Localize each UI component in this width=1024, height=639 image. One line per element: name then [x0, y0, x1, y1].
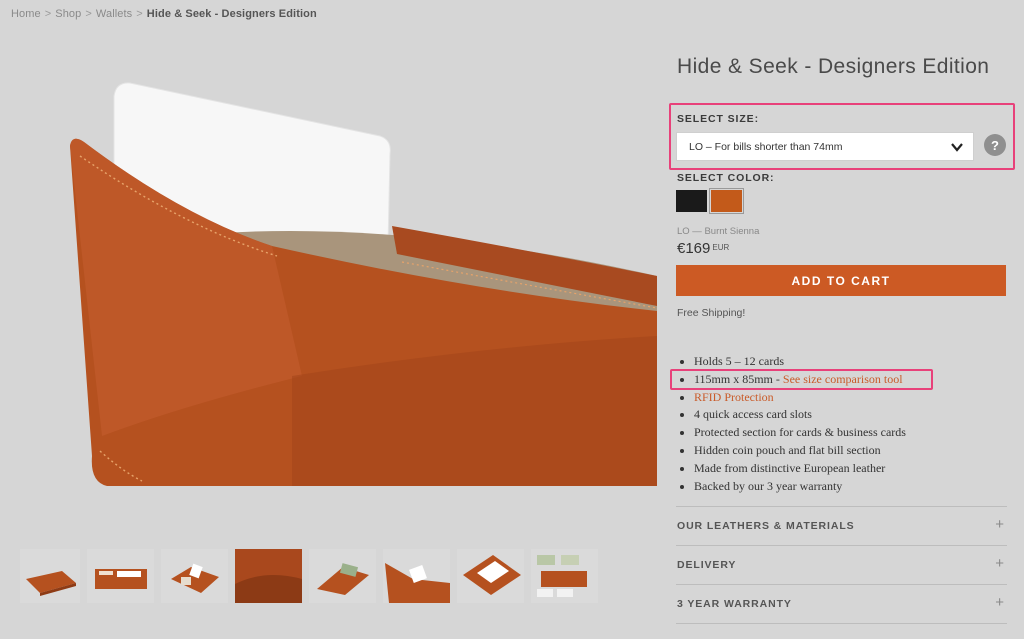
accordion-leathers-materials[interactable]: OUR LEATHERS & MATERIALS +	[676, 506, 1007, 544]
size-select[interactable]: LO – For bills shorter than 74mm	[676, 132, 974, 161]
accordion-label: OUR LEATHERS & MATERIALS	[677, 520, 855, 532]
thumbnail[interactable]	[457, 549, 524, 603]
thumbnail-image	[235, 549, 302, 603]
breadcrumb-current: Hide & Seek - Designers Edition	[146, 8, 317, 20]
feature-text: Protected section for cards & business c…	[694, 425, 906, 440]
select-color-label: SELECT COLOR:	[677, 172, 775, 184]
thumbnail[interactable]	[87, 549, 154, 603]
list-item: Holds 5 – 12 cards	[679, 353, 906, 371]
accordion-label: DELIVERY	[677, 559, 737, 571]
feature-text: Hidden coin pouch and flat bill section	[694, 442, 881, 457]
color-swatch-black[interactable]	[676, 190, 707, 212]
list-item: Backed by our 3 year warranty	[679, 478, 906, 496]
list-item: RFID Protection	[679, 389, 906, 407]
size-help-button[interactable]: ?	[984, 134, 1006, 156]
list-item: 115mm x 85mm - See size comparison tool	[679, 371, 906, 389]
thumbnail-image	[26, 571, 76, 596]
size-select-value: LO – For bills shorter than 74mm	[689, 140, 843, 153]
plus-icon: +	[995, 594, 1004, 611]
breadcrumb-shop[interactable]: Shop	[55, 8, 81, 20]
size-comparison-link[interactable]: See size comparison tool	[783, 372, 903, 386]
breadcrumb-wallets[interactable]: Wallets	[96, 8, 132, 20]
thumbnail[interactable]	[531, 549, 598, 603]
accordion-delivery[interactable]: DELIVERY +	[676, 545, 1007, 583]
thumbnail-image	[95, 569, 147, 589]
free-shipping-note: Free Shipping!	[677, 307, 746, 319]
feature-list: Holds 5 – 12 cards 115mm x 85mm - See si…	[679, 353, 906, 495]
feature-text: Backed by our 3 year warranty	[694, 478, 843, 493]
feature-text: Holds 5 – 12 cards	[694, 354, 784, 368]
chevron-down-icon	[951, 143, 963, 152]
plus-icon: +	[995, 555, 1004, 572]
feature-text: 115mm x 85mm -	[694, 371, 783, 386]
rfid-protection-link[interactable]: RFID Protection	[694, 390, 774, 404]
select-size-label: SELECT SIZE:	[677, 113, 759, 125]
breadcrumb-separator: >	[44, 8, 52, 20]
thumbnail-image	[463, 555, 521, 595]
list-item: Protected section for cards & business c…	[679, 424, 906, 442]
divider	[676, 623, 1007, 624]
thumbnail-image	[171, 563, 219, 593]
list-item: 4 quick access card slots	[679, 406, 906, 424]
plus-icon: +	[995, 516, 1004, 533]
accordion-warranty[interactable]: 3 YEAR WARRANTY +	[676, 584, 1007, 622]
list-item: Made from distinctive European leather	[679, 460, 906, 478]
price-currency: EUR	[712, 243, 730, 252]
color-swatch-burnt-sienna[interactable]	[709, 188, 744, 214]
breadcrumb-home[interactable]: Home	[11, 8, 41, 20]
breadcrumb-separator: >	[136, 8, 143, 20]
product-title: Hide & Seek - Designers Edition	[677, 55, 990, 78]
breadcrumb-separator: >	[85, 8, 92, 20]
list-item: Hidden coin pouch and flat bill section	[679, 442, 906, 460]
add-to-cart-button[interactable]: ADD TO CART	[676, 265, 1006, 296]
thumbnail[interactable]	[383, 549, 450, 603]
feature-text: Made from distinctive European leather	[694, 460, 886, 475]
thumbnail-image	[383, 549, 450, 603]
breadcrumb: Home > Shop > Wallets > Hide & Seek - Designer…	[11, 8, 317, 20]
thumbnail[interactable]	[20, 549, 80, 603]
thumbnail-strip	[20, 549, 598, 603]
thumbnail[interactable]	[235, 549, 302, 603]
product-price: €169 EUR	[677, 240, 729, 257]
thumbnail[interactable]	[309, 549, 376, 603]
feature-text: 4 quick access card slots	[694, 407, 812, 422]
accordion-label: 3 YEAR WARRANTY	[677, 598, 792, 610]
thumbnail-image	[317, 563, 369, 595]
thumbnail[interactable]	[161, 549, 228, 603]
price-amount: €169	[677, 240, 711, 257]
wallet-image	[70, 82, 657, 486]
product-main-image[interactable]	[62, 76, 657, 486]
selected-variant: LO — Burnt Sienna	[677, 226, 760, 237]
thumbnail-image	[537, 555, 587, 597]
